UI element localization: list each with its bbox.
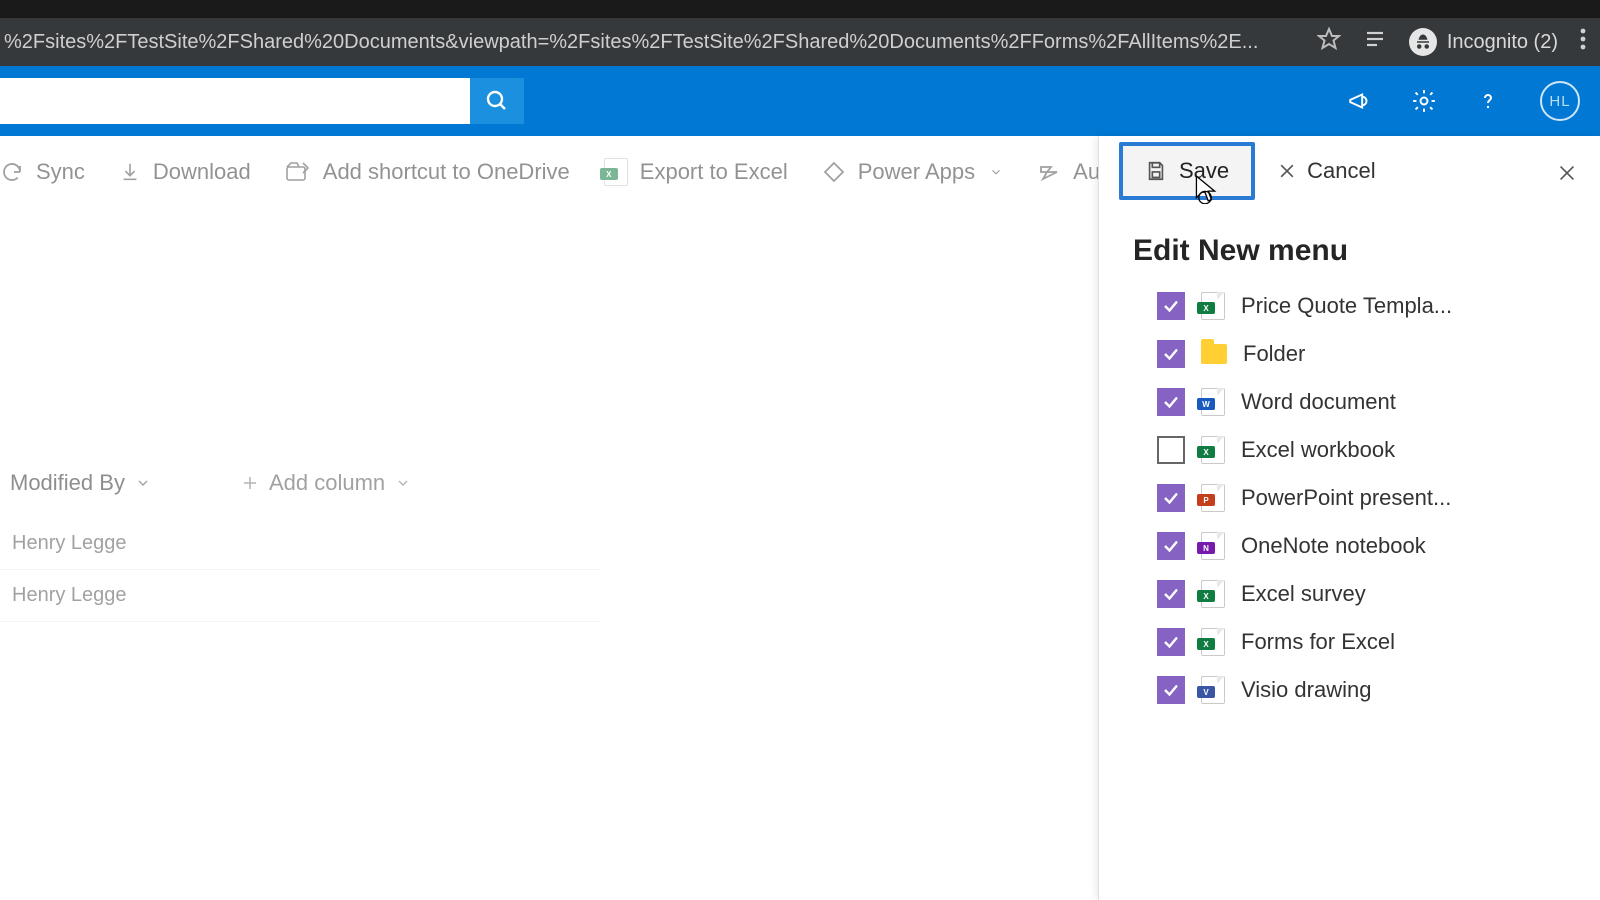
browser-menu-icon[interactable] — [1580, 28, 1586, 56]
menu-item[interactable]: N OneNote notebook — [1157, 532, 1570, 560]
panel-title: Edit New menu — [1099, 206, 1600, 292]
page-content: Sync Download Add shortcut to OneDrive X… — [0, 136, 1600, 900]
menu-item-label: Visio drawing — [1241, 677, 1371, 703]
excel-icon: X — [1201, 580, 1225, 608]
add-column-button[interactable]: Add column — [241, 470, 411, 496]
excel-icon: X — [604, 158, 628, 186]
table-row[interactable]: Henry Legge — [0, 518, 600, 570]
close-icon — [1556, 162, 1578, 184]
checkbox[interactable] — [1157, 436, 1185, 464]
menu-item[interactable]: Folder — [1157, 340, 1570, 368]
cancel-button[interactable]: Cancel — [1261, 144, 1391, 198]
checkbox[interactable] — [1157, 676, 1185, 704]
onenote-icon: N — [1201, 532, 1225, 560]
menu-item[interactable]: X Forms for Excel — [1157, 628, 1570, 656]
menu-item-label: Excel survey — [1241, 581, 1366, 607]
menu-item[interactable]: P PowerPoint present... — [1157, 484, 1570, 512]
checkbox[interactable] — [1157, 628, 1185, 656]
menu-item[interactable]: V Visio drawing — [1157, 676, 1570, 704]
incognito-label: Incognito (2) — [1447, 31, 1558, 54]
bookmark-star-icon[interactable] — [1317, 27, 1341, 57]
browser-address-bar: %2Fsites%2FTestSite%2FShared%20Documents… — [0, 18, 1600, 66]
column-modified-by[interactable]: Modified By — [10, 470, 151, 496]
search-input[interactable] — [0, 78, 470, 124]
save-button[interactable]: Save — [1119, 142, 1255, 200]
suite-navigation-bar: HL — [0, 66, 1600, 136]
cmd-power-apps[interactable]: Power Apps — [822, 159, 1003, 185]
menu-item-label: OneNote notebook — [1241, 533, 1426, 559]
incognito-icon — [1409, 28, 1437, 56]
close-panel-button[interactable] — [1550, 156, 1584, 195]
folder-icon — [1201, 344, 1227, 364]
menu-item-label: Price Quote Templa... — [1241, 293, 1452, 319]
checkbox[interactable] — [1157, 292, 1185, 320]
browser-tab-strip — [0, 0, 1600, 18]
cmd-download[interactable]: Download — [119, 159, 251, 185]
menu-item-label: PowerPoint present... — [1241, 485, 1451, 511]
cancel-icon — [1277, 161, 1297, 181]
panel-toolbar: Save Cancel — [1099, 136, 1600, 206]
browser-url: %2Fsites%2FTestSite%2FShared%20Documents… — [0, 31, 1297, 54]
search-button[interactable] — [470, 78, 524, 124]
visio-icon: V — [1201, 676, 1225, 704]
ppt-icon: P — [1201, 484, 1225, 512]
menu-item-label: Forms for Excel — [1241, 629, 1395, 655]
menu-item[interactable]: X Excel survey — [1157, 580, 1570, 608]
excel-icon: X — [1201, 436, 1225, 464]
word-icon: W — [1201, 388, 1225, 416]
reading-list-icon[interactable] — [1363, 27, 1387, 57]
checkbox[interactable] — [1157, 532, 1185, 560]
user-avatar[interactable]: HL — [1540, 81, 1580, 121]
checkbox[interactable] — [1157, 340, 1185, 368]
menu-item[interactable]: X Price Quote Templa... — [1157, 292, 1570, 320]
table-row[interactable]: Henry Legge — [0, 570, 600, 622]
help-icon[interactable] — [1466, 79, 1510, 123]
checkbox[interactable] — [1157, 388, 1185, 416]
menu-item-label: Word document — [1241, 389, 1396, 415]
search-container — [0, 78, 524, 124]
avatar-initials: HL — [1549, 93, 1570, 110]
save-icon — [1145, 160, 1167, 182]
menu-item-label: Excel workbook — [1241, 437, 1395, 463]
cmd-export-excel[interactable]: X Export to Excel — [604, 158, 788, 186]
menu-item[interactable]: X Excel workbook — [1157, 436, 1570, 464]
cmd-sync[interactable]: Sync — [0, 159, 85, 185]
checkbox[interactable] — [1157, 580, 1185, 608]
excel-icon: X — [1201, 628, 1225, 656]
announcements-icon[interactable] — [1338, 79, 1382, 123]
settings-gear-icon[interactable] — [1402, 79, 1446, 123]
menu-item[interactable]: W Word document — [1157, 388, 1570, 416]
cmd-add-shortcut[interactable]: Add shortcut to OneDrive — [285, 159, 570, 185]
incognito-indicator[interactable]: Incognito (2) — [1409, 28, 1558, 56]
excel-icon: X — [1201, 292, 1225, 320]
menu-item-list: X Price Quote Templa... Folder W Word docume… — [1099, 292, 1600, 704]
checkbox[interactable] — [1157, 484, 1185, 512]
menu-item-label: Folder — [1243, 341, 1305, 367]
edit-new-menu-panel: Save Cancel Edit New menu X Price Quote T… — [1098, 136, 1600, 900]
